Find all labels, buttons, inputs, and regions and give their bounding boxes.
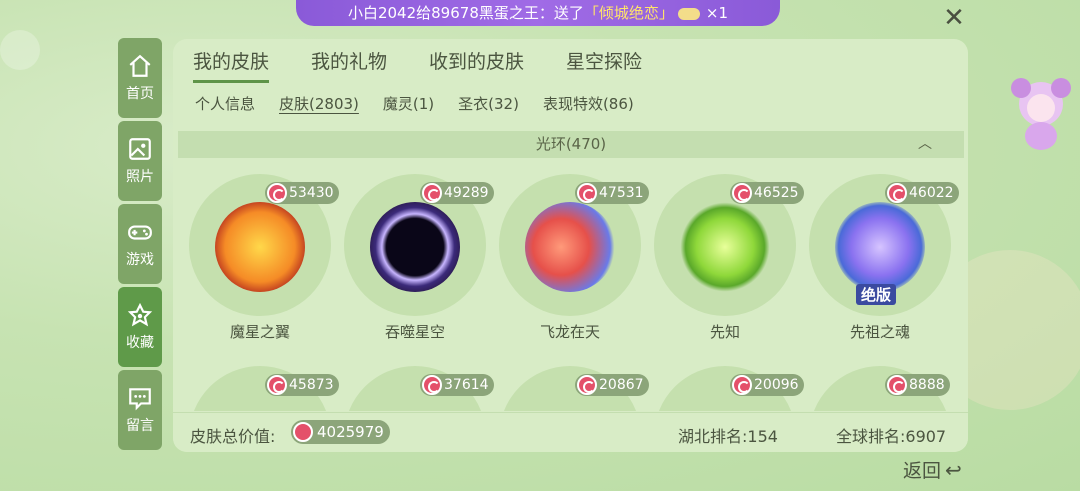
skin-name: 先祖之魂 [849,323,910,341]
coin-icon [422,375,442,395]
tab-my-skins[interactable]: 我的皮肤 [193,47,270,83]
skin-art [370,202,460,292]
sidebar-item-label: 游戏 [126,252,154,268]
gamepad-icon [128,225,152,240]
coin-icon [732,183,752,203]
tab-my-gifts[interactable]: 我的礼物 [311,47,387,83]
total-value-label: 皮肤总价值: [190,427,276,446]
sidebar: 首页 照片 游戏 收藏 留言 [118,38,162,453]
mascot-character [1011,78,1071,150]
sidebar-item-message[interactable]: 留言 [118,370,162,450]
sidebar-item-home[interactable]: 首页 [118,38,162,118]
skin-art [835,202,925,292]
skin-name: 飞龙在天 [539,323,600,341]
skin-art [680,202,770,292]
sidebar-item-game[interactable]: 游戏 [118,204,162,284]
tab-star-adventure[interactable]: 星空探险 [566,47,642,83]
price-badge: 20867 [575,374,649,396]
back-arrow-icon: ↩ [945,458,962,482]
limited-edition-ribbon: 绝版 [856,284,897,305]
subtab-armor[interactable]: 圣衣(32) [458,93,519,114]
sub-tabs: 个人信息 皮肤(2803) 魔灵(1) 圣衣(32) 表现特效(86) [195,93,658,114]
subtab-profile[interactable]: 个人信息 [195,93,255,114]
favorite-icon [127,302,153,327]
sidebar-item-favorite[interactable]: 收藏 [118,287,162,367]
home-icon [129,54,151,77]
sidebar-item-label: 照片 [126,169,154,185]
coin-icon [577,183,597,203]
back-label: 返回 [903,460,942,482]
summary-footer: 皮肤总价值: 4025979 湖北排名:154 全球排名:6907 [173,412,968,452]
subtab-effects[interactable]: 表现特效(86) [543,93,634,114]
global-rank: 全球排名:6907 [836,427,947,446]
price-badge: 53430 [265,182,339,204]
price-badge: 37614 [420,374,494,396]
price-badge: 20096 [730,374,804,396]
close-icon[interactable]: ✕ [941,5,967,32]
price-badge: 49289 [420,182,494,204]
back-button[interactable]: 返回 ↩ [903,456,962,483]
skin-grid: 53430 魔星之翼 49289 吞噬星空 47531 飞龙在天 46525 先… [189,174,968,411]
photo-icon [129,138,151,160]
skin-name: 先知 [709,323,740,341]
banner-gift-name: 「倾城绝恋」 [583,4,674,22]
price-badge: 46022 [885,182,959,204]
price-badge: 45873 [265,374,339,396]
sidebar-item-label: 首页 [126,86,154,102]
skin-art [215,202,305,292]
coin-icon [887,183,907,203]
coin-icon [422,183,442,203]
province-rank: 湖北排名:154 [678,427,778,446]
gift-broadcast-banner: 小白2042给89678黑蛋之王：送了「倾城绝恋」 ×1 [296,0,780,26]
coin-icon [293,422,313,442]
gift-icon [677,7,700,20]
skin-art [525,202,615,292]
bokeh-decoration [0,30,40,70]
subtab-spirits[interactable]: 魔灵(1) [383,93,434,114]
sidebar-item-label: 留言 [126,418,154,434]
banner-text: 小白2042给89678黑蛋之王：送了 [347,4,584,22]
sidebar-item-label: 收藏 [126,335,154,351]
skin-name: 吞噬星空 [384,323,445,341]
coin-icon [732,375,752,395]
section-header-halo[interactable]: 光环(470) ︿ [178,131,964,158]
price-badge: 47531 [575,182,649,204]
subtab-skins[interactable]: 皮肤(2803) [279,93,359,114]
coin-icon [267,183,287,203]
coin-icon [267,375,287,395]
message-icon [129,388,151,411]
price-badge: 8888 [885,374,950,396]
price-badge: 46525 [730,182,804,204]
main-tabs: 我的皮肤 我的礼物 收到的皮肤 星空探险 [193,47,684,83]
skin-name: 魔星之翼 [229,323,290,341]
coin-icon [577,375,597,395]
banner-count: ×1 [705,4,729,22]
skins-panel: 我的皮肤 我的礼物 收到的皮肤 星空探险 个人信息 皮肤(2803) 魔灵(1)… [173,39,968,452]
sidebar-item-photo[interactable]: 照片 [118,121,162,201]
chevron-up-icon[interactable]: ︿ [918,131,932,158]
coin-icon [887,375,907,395]
tab-received-skins[interactable]: 收到的皮肤 [429,47,524,83]
section-title: 光环(470) [535,135,607,153]
total-value-badge: 4025979 [291,420,390,444]
